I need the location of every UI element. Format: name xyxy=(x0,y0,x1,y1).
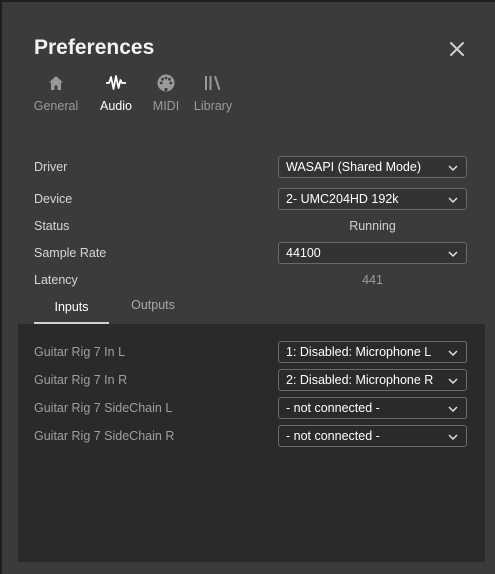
input-source-select[interactable]: 1: Disabled: Microphone L xyxy=(278,341,467,363)
latency-row: Latency 441 xyxy=(34,268,470,292)
input-label: Guitar Rig 7 In R xyxy=(34,373,128,387)
input-source-select[interactable]: - not connected - xyxy=(278,397,467,419)
device-value: 2- UMC204HD 192k xyxy=(286,192,399,206)
close-icon xyxy=(450,42,464,56)
driver-label: Driver xyxy=(34,160,68,174)
input-source-value: 2: Disabled: Microphone R xyxy=(286,373,434,387)
input-source-select[interactable]: 2: Disabled: Microphone R xyxy=(278,369,467,391)
home-icon xyxy=(47,72,65,94)
chevron-down-icon xyxy=(448,197,458,204)
tab-outputs[interactable]: Outputs xyxy=(118,298,188,320)
latency-value: 441 xyxy=(362,273,383,287)
chevron-down-icon xyxy=(448,378,458,385)
dialog-title: Preferences xyxy=(34,36,155,59)
status-row: Status Running xyxy=(34,214,470,238)
device-row: Device 2- UMC204HD 192k xyxy=(34,187,470,211)
preferences-dialog: Preferences General Audio MIDI Library D… xyxy=(2,2,495,574)
tab-general[interactable]: General xyxy=(32,72,80,118)
sample-rate-label: Sample Rate xyxy=(34,246,107,260)
chevron-down-icon xyxy=(448,251,458,258)
driver-row: Driver WASAPI (Shared Mode) xyxy=(34,155,470,179)
chevron-down-icon xyxy=(448,165,458,172)
input-row: Guitar Rig 7 SideChain L - not connected… xyxy=(34,396,470,420)
input-source-select[interactable]: - not connected - xyxy=(278,425,467,447)
latency-label: Latency xyxy=(34,273,78,287)
sample-rate-row: Sample Rate 44100 xyxy=(34,241,470,265)
driver-value: WASAPI (Shared Mode) xyxy=(286,160,422,174)
tab-general-label: General xyxy=(33,99,79,113)
input-source-value: - not connected - xyxy=(286,429,380,443)
tab-inputs[interactable]: Inputs xyxy=(34,300,109,324)
tab-library[interactable]: Library xyxy=(192,72,234,118)
chevron-down-icon xyxy=(448,406,458,413)
device-label: Device xyxy=(34,192,73,206)
input-label: Guitar Rig 7 SideChain L xyxy=(34,401,173,415)
input-label: Guitar Rig 7 In L xyxy=(34,345,126,359)
tab-library-label: Library xyxy=(193,99,233,113)
tab-midi[interactable]: MIDI xyxy=(148,72,184,118)
library-icon xyxy=(203,72,223,94)
inputs-panel: Guitar Rig 7 In L 1: Disabled: Microphon… xyxy=(18,324,485,562)
sample-rate-select[interactable]: 44100 xyxy=(278,242,467,264)
sample-rate-value: 44100 xyxy=(286,246,321,260)
input-source-value: 1: Disabled: Microphone L xyxy=(286,345,432,359)
status-label: Status xyxy=(34,219,70,233)
input-row: Guitar Rig 7 In R 2: Disabled: Microphon… xyxy=(34,368,470,392)
chevron-down-icon xyxy=(448,434,458,441)
waveform-icon xyxy=(105,72,127,94)
device-select[interactable]: 2- UMC204HD 192k xyxy=(278,188,467,210)
close-button[interactable] xyxy=(446,38,468,60)
input-row: Guitar Rig 7 SideChain R - not connected… xyxy=(34,424,470,448)
midi-connector-icon xyxy=(156,72,176,94)
input-source-value: - not connected - xyxy=(286,401,380,415)
tab-midi-label: MIDI xyxy=(152,99,180,113)
input-label: Guitar Rig 7 SideChain R xyxy=(34,429,175,443)
driver-select[interactable]: WASAPI (Shared Mode) xyxy=(278,156,467,178)
tab-audio-label: Audio xyxy=(100,99,132,113)
tab-audio[interactable]: Audio xyxy=(96,72,136,118)
status-value: Running xyxy=(349,219,396,233)
input-row: Guitar Rig 7 In L 1: Disabled: Microphon… xyxy=(34,340,470,364)
chevron-down-icon xyxy=(448,350,458,357)
